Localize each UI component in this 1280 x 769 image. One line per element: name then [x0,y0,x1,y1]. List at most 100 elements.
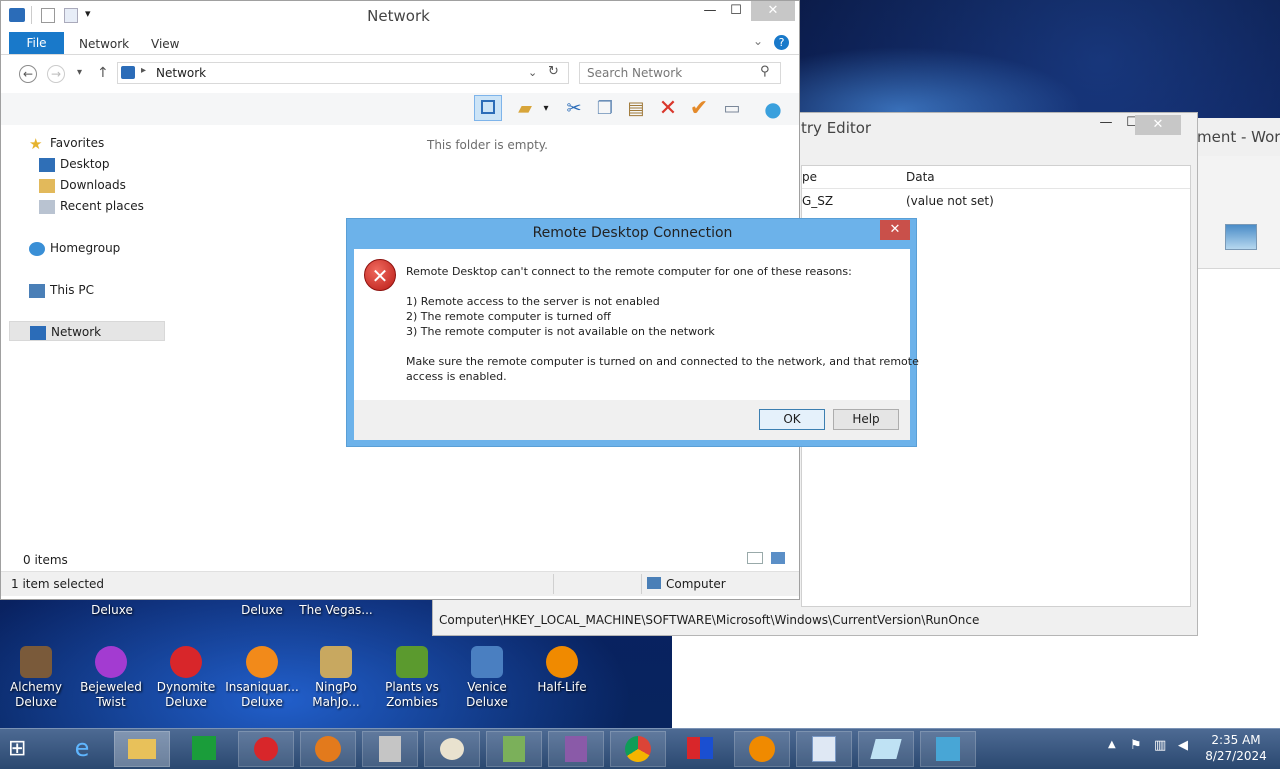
ribbon-expand-icon[interactable]: ⌄ [753,34,763,48]
internet-explorer-icon[interactable]: e [54,731,110,767]
nav-desktop[interactable]: Desktop [39,154,110,174]
desktop-shortcut[interactable]: Plants vs Zombies [374,646,450,710]
network-icon [121,66,135,79]
dialog-close-button[interactable]: ✕ [880,220,910,240]
regedit-title: try Editor [801,119,872,137]
refresh-icon[interactable]: ↻ [548,64,559,79]
skull-taskbar-icon[interactable] [424,731,480,767]
recent-locations-icon[interactable]: ▾ [77,67,82,78]
taskbar: ⊞ e ▲ ⚑ ▥ ◀ 2:35 AM 8/27/2024 [0,728,1280,769]
desktop-shortcut[interactable]: Dynomite Deluxe [148,646,224,710]
downloads-icon [39,178,55,193]
cut-icon[interactable]: ✂ [562,97,586,121]
rdc-error-dialog[interactable]: Remote Desktop Connection ✕ ✕ Remote Des… [346,218,919,447]
blocks-taskbar-icon[interactable] [672,731,728,767]
search-icon[interactable]: ⚲ [760,64,770,79]
desktop-shortcut[interactable]: Insaniquar... Deluxe [224,646,300,710]
details-view-icon[interactable] [747,552,763,564]
regedit-taskbar-icon[interactable] [920,731,976,767]
nav-downloads[interactable]: Downloads [39,175,126,195]
start-button[interactable]: ⊞ [8,737,36,761]
desktop-shortcut[interactable]: Bejeweled Twist [73,646,149,710]
system-clock[interactable]: 2:35 AM 8/27/2024 [1196,732,1276,764]
wizard-taskbar-icon[interactable] [548,731,604,767]
desktop-shortcut[interactable]: NingPo MahJo... [298,646,374,710]
divider [553,574,554,594]
dropdown-icon[interactable]: ▾ [539,97,553,121]
breadcrumb-network[interactable]: Network [156,66,206,80]
shortcut-label: Alchemy [10,680,62,694]
ok-button[interactable]: OK [759,409,825,430]
regedit-minimize-button[interactable]: — [1093,115,1119,135]
tab-file[interactable]: File [9,32,64,54]
network-status-icon[interactable]: ▥ [1154,738,1166,753]
qat-dropdown-icon[interactable]: ▾ [85,7,91,20]
explorer-statusbar: 0 items 1 item selected Computer [1,549,799,599]
maximize-button[interactable]: ☐ [723,1,749,21]
nav-recent-places[interactable]: Recent places [39,196,144,216]
nav-homegroup[interactable]: Homegroup [29,238,120,258]
large-icons-view-icon[interactable] [771,552,785,564]
tab-view[interactable]: View [151,32,179,54]
regedit-statusbar: Computer\HKEY_LOCAL_MACHINE\SOFTWARE\Mic… [439,613,980,627]
regedit-close-button[interactable]: ✕ [1135,115,1181,135]
column-type-header[interactable]: pe [802,170,817,184]
checkmark-icon[interactable]: ✔ [687,97,711,121]
search-placeholder[interactable]: Search Network [587,66,682,80]
copy-icon[interactable]: ❐ [593,97,617,121]
flag-icon[interactable]: ⚑ [1130,738,1142,753]
address-dropdown-icon[interactable]: ⌄ [528,66,537,79]
desktop-shortcut[interactable]: Venice Deluxe [449,646,525,710]
desktop-icon-label[interactable]: Deluxe [74,603,150,618]
help-button[interactable]: Help [833,409,899,430]
shortcut-label: Plants vs [385,680,439,694]
search-field[interactable]: Search Network ⚲ [579,62,781,84]
forward-button[interactable]: → [47,65,65,83]
value-type-cell[interactable]: G_SZ [802,194,833,208]
help-icon[interactable]: ? [774,35,789,50]
tab-network[interactable]: Network [79,32,129,54]
network-icon[interactable] [9,8,25,22]
show-hidden-icons-icon[interactable]: ▲ [1108,739,1116,750]
desktop-icon-label[interactable]: Deluxe [224,603,300,618]
divider [641,574,642,594]
column-data-header[interactable]: Data [906,170,935,184]
volume-muted-icon[interactable]: ◀ [1178,738,1188,753]
picture-icon[interactable] [1225,224,1257,250]
wordpad-taskbar-icon[interactable] [796,731,852,767]
reason-1: 1) Remote access to the server is not en… [406,295,660,308]
nav-favorites[interactable]: ★ Favorites [29,133,104,153]
preview-pane-icon[interactable] [474,95,502,121]
close-button[interactable]: ✕ [751,1,795,21]
properties-icon[interactable] [41,8,55,23]
notepad-taskbar-icon[interactable] [858,731,914,767]
nav-network[interactable]: Network [9,321,165,341]
paste-icon[interactable]: ▤ [624,97,648,121]
back-button[interactable]: ← [19,65,37,83]
value-data-cell[interactable]: (value not set) [906,194,994,208]
popcap-taskbar-icon[interactable] [300,731,356,767]
up-arrow-icon[interactable]: ↑ [97,65,109,81]
dynomite-taskbar-icon[interactable] [238,731,294,767]
network-icon [30,325,46,340]
new-folder-icon[interactable] [64,8,78,23]
folder-properties-icon[interactable]: ▰ [513,97,537,121]
globe-icon[interactable]: ● [761,97,785,121]
desktop-icon-label[interactable]: The Vegas... [298,603,374,618]
rename-icon[interactable]: ▭ [720,97,744,121]
file-explorer-taskbar-icon[interactable] [114,731,170,767]
venice-icon [471,646,503,678]
address-field[interactable]: ▸ Network ⌄ ↻ [117,62,569,84]
nav-this-pc[interactable]: This PC [29,280,94,300]
robot-taskbar-icon[interactable] [362,731,418,767]
chrome-taskbar-icon[interactable] [610,731,666,767]
desktop-shortcut[interactable]: Half-Life [524,646,600,695]
store-icon[interactable] [176,731,232,767]
minimize-button[interactable]: — [697,1,723,21]
half-life-taskbar-icon[interactable] [734,731,790,767]
nav-desktop-label: Desktop [60,157,110,171]
zombie-taskbar-icon[interactable] [486,731,542,767]
desktop-shortcut[interactable]: Alchemy Deluxe [0,646,74,710]
delete-icon[interactable]: ✕ [656,97,680,121]
explorer-titlebar[interactable]: ▾ Network — ☐ ✕ [1,1,799,31]
